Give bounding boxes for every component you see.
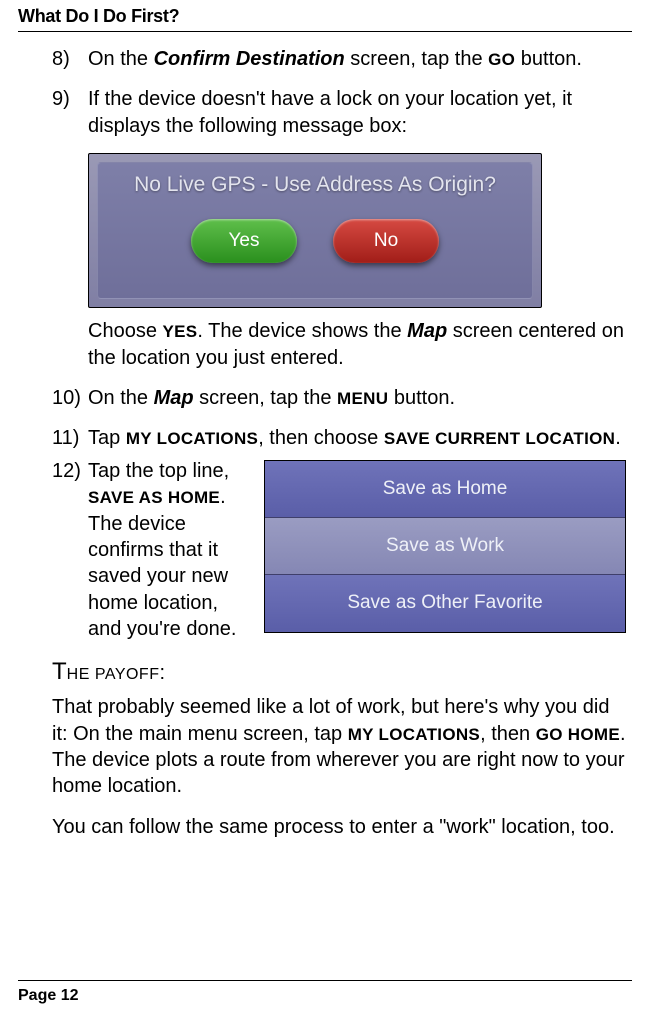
dialog-inner: No Live GPS - Use Address As Origin? Yes…	[97, 162, 533, 299]
dialog-title: No Live GPS - Use Address As Origin?	[134, 173, 496, 197]
screen-name-map: Map	[154, 387, 194, 409]
button-label-menu: MENU	[337, 389, 388, 408]
payoff-paragraph-2: You can follow the same process to enter…	[52, 814, 626, 840]
button-label-go: GO	[488, 50, 515, 69]
page-number: Page 12	[18, 987, 78, 1004]
step-number: 10)	[52, 385, 88, 411]
step-number: 9)	[52, 86, 88, 139]
button-label-my-locations: MY LOCATIONS	[348, 725, 480, 744]
save-as-work-row[interactable]: Save as Work	[265, 518, 625, 575]
text: screen, tap the	[345, 48, 488, 70]
step-number: 11)	[52, 425, 88, 451]
button-label-my-locations: MY LOCATIONS	[126, 429, 258, 448]
step-text: If the device doesn't have a lock on you…	[88, 86, 626, 139]
save-as-other-row[interactable]: Save as Other Favorite	[265, 575, 625, 632]
button-label-save-as-home: SAVE AS HOME	[88, 488, 220, 507]
text: .	[615, 427, 621, 449]
colon: :	[159, 662, 165, 684]
button-label-go-home: GO HOME	[536, 725, 620, 744]
text: button.	[388, 387, 455, 409]
text: . The device confirms that it saved your…	[88, 486, 236, 640]
content-area: 8) On the Confirm Destination screen, ta…	[18, 46, 632, 840]
text: , then choose	[258, 427, 384, 449]
dialog-buttons: Yes No	[191, 219, 439, 263]
text: On the	[88, 387, 154, 409]
text: Choose	[88, 320, 163, 342]
step-9: 9) If the device doesn't have a lock on …	[52, 86, 626, 139]
payoff-rest: HE PAYOFF	[67, 666, 160, 683]
button-label-yes: YES	[163, 322, 198, 341]
screen-name: Confirm Destination	[154, 48, 345, 70]
step-8: 8) On the Confirm Destination screen, ta…	[52, 46, 626, 72]
step-11: 11) Tap MY LOCATIONS, then choose SAVE C…	[52, 425, 626, 451]
save-menu-image: Save as Home Save as Work Save as Other …	[264, 460, 626, 633]
step-12-row: 12) Tap the top line, SAVE AS HOME. The …	[52, 458, 626, 643]
step-number: 8)	[52, 46, 88, 72]
no-button[interactable]: No	[333, 219, 439, 263]
payoff-paragraph-1: That probably seemed like a lot of work,…	[52, 694, 626, 800]
text: button.	[515, 48, 582, 70]
step-12: 12) Tap the top line, SAVE AS HOME. The …	[52, 458, 264, 643]
text: , then	[480, 723, 536, 745]
button-label-save-current-location: SAVE CURRENT LOCATION	[384, 429, 615, 448]
step-number: 12)	[52, 458, 88, 643]
gps-dialog: No Live GPS - Use Address As Origin? Yes…	[88, 153, 542, 308]
payoff-heading: THE PAYOFF:	[52, 656, 626, 688]
screen-name-map: Map	[407, 320, 447, 342]
page-title: What Do I Do First?	[18, 0, 632, 32]
yes-button[interactable]: Yes	[191, 219, 297, 263]
text: Tap the top line,	[88, 460, 229, 482]
text: screen, tap the	[194, 387, 337, 409]
text: On the	[88, 48, 154, 70]
text: . The device shows the	[197, 320, 407, 342]
payoff-firstcap: T	[52, 658, 67, 685]
step-9-after: Choose YES. The device shows the Map scr…	[88, 318, 626, 371]
step-10: 10) On the Map screen, tap the MENU butt…	[52, 385, 626, 411]
save-as-home-row[interactable]: Save as Home	[265, 461, 625, 518]
text: Tap	[88, 427, 126, 449]
page-footer: Page 12	[18, 980, 632, 1005]
